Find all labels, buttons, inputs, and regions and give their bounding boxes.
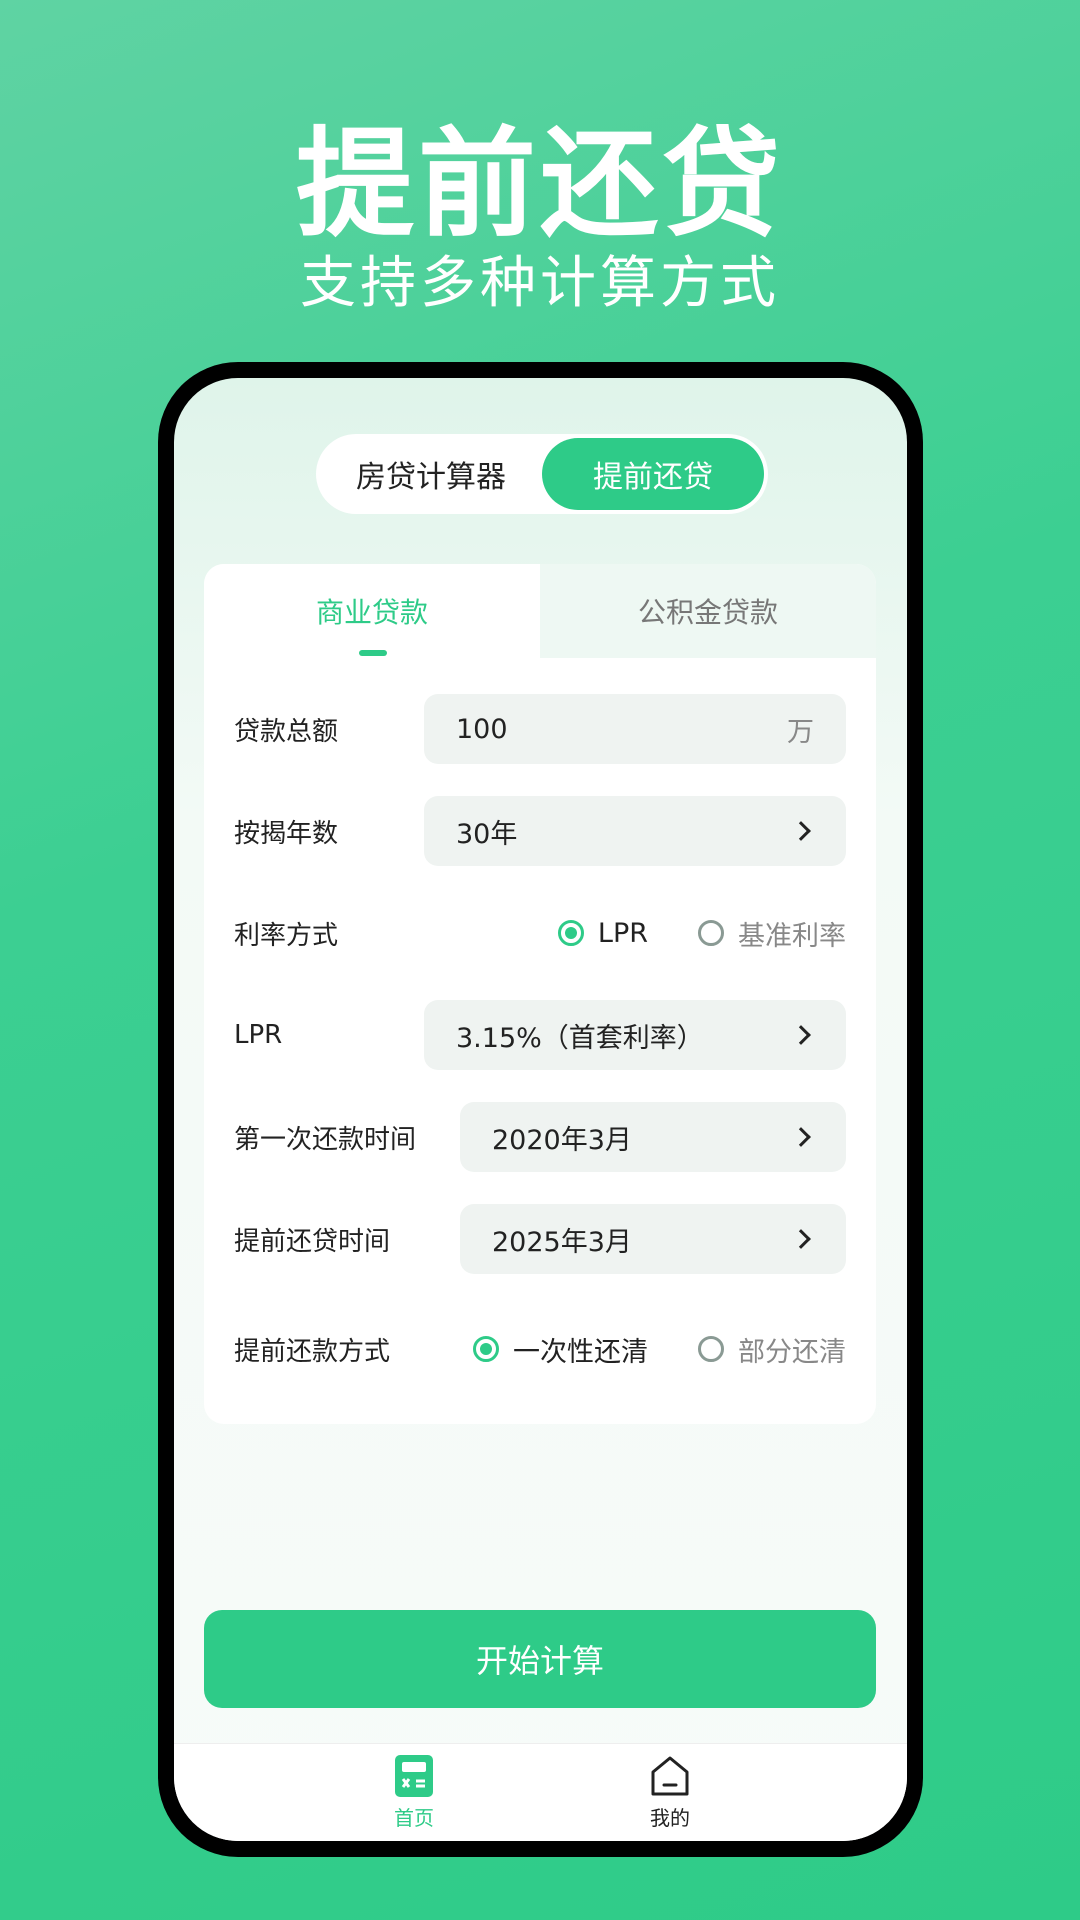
lpr-label: LPR	[234, 1020, 283, 1050]
prepay-time-row: 提前还贷时间 2025年3月	[234, 1204, 846, 1274]
rate-mode-row: 利率方式 LPR 基准利率	[234, 898, 846, 968]
tabbar-home-label: 首页	[394, 1806, 434, 1830]
rate-mode-label: 利率方式	[234, 920, 339, 951]
lpr-value: 3.15%（首套利率）	[456, 1022, 704, 1054]
chevron-right-icon	[791, 1127, 811, 1147]
first-payment-label: 第一次还款时间	[234, 1124, 417, 1155]
radio-lpr-label: LPR	[597, 917, 648, 949]
chevron-right-icon	[791, 1025, 811, 1045]
bottom-tab-bar: 首页 我的	[174, 1743, 907, 1841]
phone-frame: 房贷计算器 提前还贷 商业贷款 公积金贷款 贷款总额 100 万 按揭年数 30…	[158, 362, 923, 1857]
prepay-mode-label: 提前还款方式	[234, 1336, 391, 1367]
radio-lpr[interactable]: LPR	[557, 917, 648, 949]
years-select[interactable]: 30年	[424, 796, 846, 866]
years-row: 按揭年数 30年	[234, 796, 846, 866]
promo-title: 提前还贷	[295, 115, 784, 253]
tab-provident-fund-loan[interactable]: 公积金贷款	[540, 564, 876, 658]
years-label: 按揭年数	[234, 818, 339, 849]
radio-unselected-icon	[698, 920, 724, 946]
loan-form-card: 商业贷款 公积金贷款 贷款总额 100 万 按揭年数 30年 利率方式 LPR …	[204, 564, 876, 1424]
first-payment-row: 第一次还款时间 2020年3月	[234, 1102, 846, 1172]
radio-selected-icon	[557, 920, 584, 946]
tab-prepayment[interactable]: 提前还贷	[542, 438, 764, 510]
prepay-time-select[interactable]: 2025年3月	[460, 1204, 846, 1274]
years-value: 30年	[456, 818, 518, 850]
radio-partial-repayment-label: 部分还清	[738, 1336, 846, 1368]
lpr-select[interactable]: 3.15%（首套利率）	[424, 1000, 846, 1070]
loan-amount-input[interactable]: 100 万	[424, 694, 846, 764]
radio-unselected-icon	[698, 1336, 724, 1362]
tabbar-mine-label: 我的	[650, 1806, 690, 1830]
radio-selected-icon	[473, 1336, 499, 1362]
radio-full-repayment-label: 一次性还清	[513, 1336, 648, 1368]
chevron-right-icon	[791, 821, 811, 841]
lpr-row: LPR 3.15%（首套利率）	[234, 1000, 846, 1070]
prepay-mode-radio-group: 一次性还清 部分还清	[423, 1314, 846, 1384]
prepay-mode-row: 提前还款方式 一次性还清 部分还清	[234, 1314, 846, 1384]
first-payment-value: 2020年3月	[492, 1124, 632, 1156]
home-icon	[651, 1756, 689, 1796]
chevron-right-icon	[791, 1229, 811, 1249]
prepay-time-value: 2025年3月	[492, 1226, 632, 1258]
radio-partial-repayment[interactable]: 部分还清	[698, 1330, 846, 1369]
radio-benchmark-rate-label: 基准利率	[738, 920, 846, 952]
calculator-mode-switch: 房贷计算器 提前还贷	[316, 434, 768, 514]
loan-amount-unit: 万	[787, 716, 814, 748]
promo-subtitle: 支持多种计算方式	[300, 251, 780, 316]
tab-mortgage-calculator[interactable]: 房贷计算器	[320, 438, 542, 510]
radio-benchmark-rate[interactable]: 基准利率	[698, 914, 846, 953]
loan-amount-row: 贷款总额 100 万	[234, 694, 846, 764]
calculate-button[interactable]: 开始计算	[204, 1610, 876, 1708]
rate-mode-radio-group: LPR 基准利率	[508, 898, 846, 968]
tabbar-item-mine[interactable]: 我的	[610, 1754, 730, 1831]
radio-full-repayment[interactable]: 一次性还清	[473, 1330, 648, 1369]
app-screen: 房贷计算器 提前还贷 商业贷款 公积金贷款 贷款总额 100 万 按揭年数 30…	[174, 378, 907, 1841]
tabbar-item-home[interactable]: 首页	[354, 1754, 474, 1831]
loan-amount-label: 贷款总额	[234, 716, 339, 747]
active-tab-indicator	[359, 650, 387, 656]
first-payment-select[interactable]: 2020年3月	[460, 1102, 846, 1172]
tab-commercial-loan[interactable]: 商业贷款	[204, 564, 540, 658]
prepay-time-label: 提前还贷时间	[234, 1226, 391, 1257]
calculator-icon	[395, 1755, 433, 1797]
loan-amount-value: 100	[456, 713, 508, 745]
